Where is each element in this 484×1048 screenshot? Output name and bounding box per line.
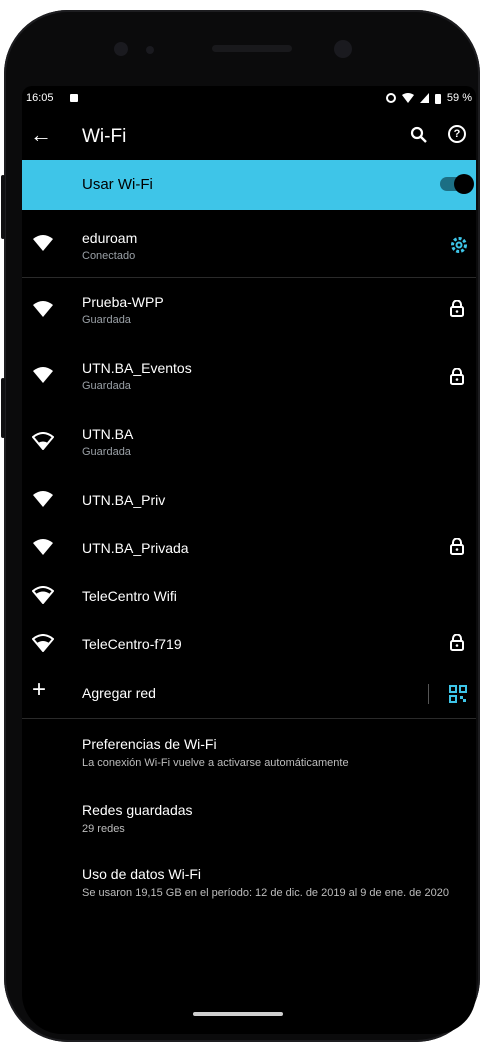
signal-icon bbox=[419, 93, 429, 103]
wifi-data-usage-item[interactable]: Uso de datos Wi-Fi Se usaron 19,15 GB en… bbox=[22, 856, 476, 928]
qr-code-scan-icon[interactable] bbox=[449, 685, 467, 703]
phone-top-sensors bbox=[84, 32, 410, 74]
wifi-signal-icon bbox=[33, 235, 53, 251]
wifi-signal-icon bbox=[33, 539, 53, 555]
add-network-row[interactable]: + Agregar red bbox=[22, 670, 476, 716]
wifi-signal-icon bbox=[33, 367, 53, 383]
plus-icon: + bbox=[32, 676, 47, 703]
screen: 16:05 59 % ← Wi-Fi ? Usar Wi-Fi eduroam … bbox=[22, 86, 476, 1034]
network-row-utn-ba-priv[interactable]: UTN.BA_Priv bbox=[22, 476, 476, 524]
lock-icon bbox=[450, 368, 464, 385]
network-name: TeleCentro-f719 bbox=[82, 636, 182, 652]
preference-title: Preferencias de Wi-Fi bbox=[82, 736, 217, 752]
network-row-telecentro-wifi[interactable]: TeleCentro Wifi bbox=[22, 574, 476, 620]
network-name: UTN.BA bbox=[82, 426, 134, 442]
status-time: 16:05 bbox=[26, 92, 54, 104]
sensor-icon bbox=[146, 46, 154, 54]
preference-title: Uso de datos Wi-Fi bbox=[82, 866, 202, 882]
back-arrow-icon[interactable]: ← bbox=[30, 124, 52, 146]
preference-subtitle: 29 redes bbox=[82, 823, 125, 835]
status-bar: 16:05 59 % bbox=[22, 86, 476, 112]
status-indicators: 59 % bbox=[385, 92, 472, 104]
home-gesture-bar[interactable] bbox=[193, 1012, 283, 1016]
network-name: TeleCentro Wifi bbox=[82, 588, 177, 604]
bixby-button bbox=[1, 378, 5, 438]
wifi-preferences-item[interactable]: Preferencias de Wi-Fi La conexión Wi-Fi … bbox=[22, 726, 476, 784]
network-row-utn-ba[interactable]: UTN.BA Guardada bbox=[22, 410, 476, 474]
battery-level: 59 % bbox=[446, 92, 472, 104]
network-status: Guardada bbox=[82, 314, 131, 326]
vertical-separator bbox=[428, 684, 429, 704]
network-name: eduroam bbox=[82, 230, 138, 246]
wifi-signal-weak-icon bbox=[32, 432, 54, 450]
lock-icon bbox=[450, 538, 464, 555]
network-name: UTN.BA_Eventos bbox=[82, 360, 192, 376]
page-title: Wi-Fi bbox=[82, 126, 127, 147]
network-row-eduroam[interactable]: eduroam Conectado bbox=[22, 210, 476, 276]
network-row-utn-ba-eventos[interactable]: UTN.BA_Eventos Guardada bbox=[22, 344, 476, 408]
notification-icon bbox=[70, 94, 78, 102]
app-bar: ← Wi-Fi ? bbox=[22, 112, 476, 160]
use-wifi-row[interactable]: Usar Wi-Fi bbox=[22, 160, 476, 210]
network-row-prueba-wpp[interactable]: Prueba-WPP Guardada bbox=[22, 278, 476, 342]
camera-icon bbox=[334, 40, 352, 58]
search-icon[interactable] bbox=[410, 126, 428, 144]
sensor-icon bbox=[114, 42, 128, 56]
battery-icon bbox=[434, 93, 441, 104]
gear-icon[interactable] bbox=[450, 236, 468, 254]
network-name: UTN.BA_Priv bbox=[82, 492, 166, 508]
wifi-signal-medium-icon bbox=[32, 586, 54, 604]
wifi-status-icon bbox=[401, 93, 414, 103]
network-name: UTN.BA_Privada bbox=[82, 540, 189, 556]
add-network-label: Agregar red bbox=[82, 685, 156, 701]
wifi-signal-medium-icon bbox=[32, 634, 54, 652]
divider bbox=[22, 718, 476, 719]
data-saver-icon bbox=[385, 93, 396, 103]
network-row-telecentro-f719[interactable]: TeleCentro-f719 bbox=[22, 622, 476, 668]
wifi-signal-icon bbox=[33, 301, 53, 317]
wifi-signal-icon bbox=[33, 491, 53, 507]
wifi-toggle[interactable] bbox=[440, 174, 474, 194]
use-wifi-label: Usar Wi-Fi bbox=[82, 176, 153, 193]
help-icon[interactable]: ? bbox=[448, 125, 466, 143]
lock-icon bbox=[450, 300, 464, 317]
volume-button bbox=[1, 175, 5, 239]
preference-subtitle: Se usaron 19,15 GB en el período: 12 de … bbox=[82, 887, 449, 899]
network-status: Conectado bbox=[82, 250, 136, 262]
network-row-utn-ba-privada[interactable]: UTN.BA_Privada bbox=[22, 526, 476, 572]
preference-subtitle: La conexión Wi-Fi vuelve a activarse aut… bbox=[82, 757, 349, 769]
network-name: Prueba-WPP bbox=[82, 294, 164, 310]
phone-frame: 16:05 59 % ← Wi-Fi ? Usar Wi-Fi eduroam … bbox=[1, 10, 480, 1042]
earpiece-speaker bbox=[212, 45, 292, 52]
preference-title: Redes guardadas bbox=[82, 802, 193, 818]
network-status: Guardada bbox=[82, 446, 131, 458]
lock-icon bbox=[450, 634, 464, 651]
toggle-knob bbox=[454, 174, 474, 194]
network-status: Guardada bbox=[82, 380, 131, 392]
saved-networks-item[interactable]: Redes guardadas 29 redes bbox=[22, 792, 476, 850]
